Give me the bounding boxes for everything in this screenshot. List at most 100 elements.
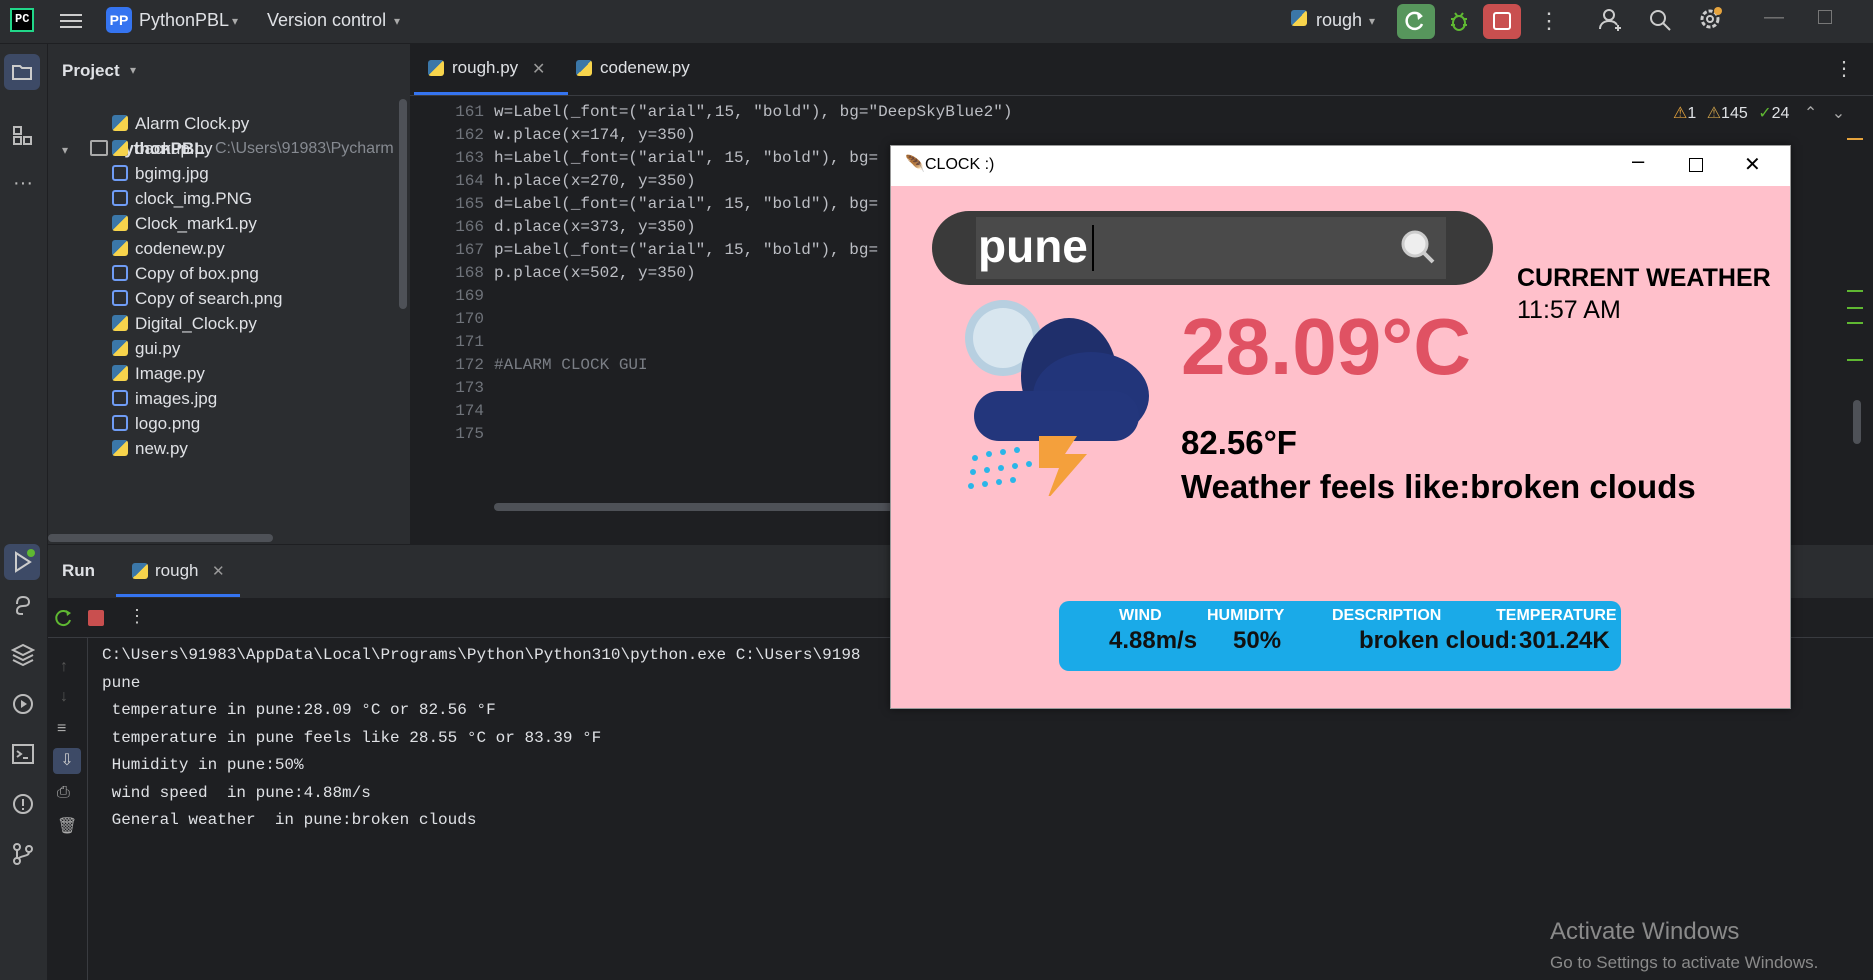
structure-icon[interactable]	[8, 124, 38, 154]
more-tools-icon[interactable]: ···	[8, 168, 38, 198]
search-icon[interactable]	[1648, 8, 1672, 37]
run-tool-icon[interactable]	[4, 544, 40, 580]
file-item[interactable]: Copy of search.png	[112, 289, 282, 309]
gutter-mark	[1847, 359, 1863, 361]
git-icon[interactable]	[8, 842, 38, 872]
up-arrow-icon[interactable]: ↑	[60, 658, 68, 676]
python-file-icon	[112, 215, 128, 231]
editor-scrollbar[interactable]	[1853, 400, 1861, 444]
prev-highlight-icon[interactable]: ⌃	[1804, 105, 1817, 122]
gutter-mark	[1847, 138, 1863, 140]
file-item[interactable]: backup.py	[112, 139, 213, 159]
humidity-value: 50%	[1233, 627, 1282, 654]
search-bar: pune	[932, 211, 1493, 285]
project-panel-title[interactable]: Project	[62, 61, 120, 81]
scroll-to-end-icon[interactable]: ⇩	[53, 748, 81, 774]
file-item[interactable]: logo.png	[112, 414, 200, 434]
code-line[interactable]: p.place(x=502, y=350)	[494, 264, 696, 282]
description-value: broken cloud:	[1359, 627, 1518, 654]
run-tab-rough[interactable]: rough	[155, 561, 198, 581]
file-item[interactable]: gui.py	[112, 339, 180, 359]
code-line[interactable]: #ALARM CLOCK GUI	[494, 356, 648, 374]
close-run-tab-icon[interactable]: ✕	[212, 562, 225, 580]
file-name: Alarm Clock.py	[135, 114, 250, 133]
python-console-icon[interactable]	[8, 592, 38, 622]
project-badge[interactable]: PP	[106, 7, 132, 33]
down-arrow-icon[interactable]: ↓	[60, 688, 68, 706]
file-item[interactable]: Copy of box.png	[112, 264, 259, 284]
check-icon: ✓	[1758, 105, 1772, 122]
rerun-button[interactable]	[1397, 4, 1435, 39]
restore-icon[interactable]	[1818, 10, 1832, 24]
window-close-icon[interactable]: ✕	[1744, 152, 1761, 177]
inspection-widget[interactable]: ⚠1 ⚠145 ✓24 ⌃ ⌄	[1673, 103, 1845, 123]
current-time: 11:57 AM	[1517, 296, 1621, 324]
debug-icon[interactable]	[1447, 9, 1471, 38]
project-panel: Project ▾ ▾ PythonPBL C:\Users\91983\Pyc…	[48, 44, 410, 544]
humidity-label: HUMIDITY	[1207, 607, 1285, 624]
code-line[interactable]: h=Label(_font=("arial", 15, "bold"), bg=	[494, 149, 878, 167]
project-hscrollbar[interactable]	[48, 534, 273, 542]
image-file-icon	[112, 390, 128, 406]
gutter-mark	[1847, 307, 1863, 309]
window-maximize-icon[interactable]	[1689, 158, 1703, 172]
file-item[interactable]: bgimg.jpg	[112, 164, 209, 184]
file-name: Image.py	[135, 364, 205, 383]
more-actions-icon[interactable]: ⋮	[128, 606, 146, 627]
close-tab-icon[interactable]: ✕	[532, 59, 545, 79]
version-control-menu[interactable]: Version control	[267, 10, 386, 31]
chevron-down-icon[interactable]: ▾	[130, 63, 136, 77]
stop-icon	[1493, 12, 1511, 30]
services-icon[interactable]	[8, 692, 38, 722]
file-item[interactable]: new.py	[112, 439, 188, 459]
editor-hscrollbar[interactable]	[494, 503, 894, 511]
tab-codenew-py[interactable]: codenew.py	[600, 58, 690, 78]
file-item[interactable]: Alarm Clock.py	[112, 114, 249, 134]
file-item[interactable]: Image.py	[112, 364, 205, 384]
code-line[interactable]: w.place(x=174, y=350)	[494, 126, 696, 144]
project-name[interactable]: PythonPBL	[139, 10, 229, 31]
layers-icon[interactable]	[8, 642, 38, 672]
problems-icon[interactable]	[8, 792, 38, 822]
file-item[interactable]: images.jpg	[112, 389, 217, 409]
tab-options-icon[interactable]: ⋮	[1834, 56, 1854, 81]
code-line[interactable]: p=Label(_font=("arial", 15, "bold"), bg=	[494, 241, 878, 259]
rerun-icon[interactable]	[54, 608, 74, 633]
soft-wrap-icon[interactable]: ≡	[57, 720, 66, 738]
window-minimize-icon[interactable]: –	[1632, 148, 1644, 174]
settings-gear-icon[interactable]	[1697, 6, 1723, 37]
search-input[interactable]: pune	[978, 219, 1088, 273]
tab-rough-py[interactable]: rough.py	[452, 58, 518, 78]
file-item[interactable]: codenew.py	[112, 239, 225, 259]
file-item[interactable]: clock_img.PNG	[112, 189, 252, 209]
stop-icon[interactable]	[88, 610, 104, 626]
print-icon[interactable]: ⎙	[57, 784, 70, 802]
wind-label: WIND	[1119, 607, 1162, 624]
project-tool-icon[interactable]	[4, 54, 40, 90]
file-item[interactable]: Digital_Clock.py	[112, 314, 257, 334]
terminal-icon[interactable]	[8, 742, 38, 772]
code-line[interactable]: h.place(x=270, y=350)	[494, 172, 696, 190]
code-line[interactable]: d=Label(_font=("arial", 15, "bold"), bg=	[494, 195, 878, 213]
file-item[interactable]: Clock_mark1.py	[112, 214, 257, 234]
image-file-icon	[112, 415, 128, 431]
gutter-mark	[1847, 290, 1863, 292]
expand-chevron-icon[interactable]: ▾	[62, 143, 68, 157]
code-line[interactable]: d.place(x=373, y=350)	[494, 218, 696, 236]
chevron-down-icon[interactable]: ▾	[1369, 14, 1375, 28]
add-user-icon[interactable]	[1598, 7, 1624, 38]
more-actions-icon[interactable]: ⋮	[1538, 8, 1560, 34]
chevron-down-icon[interactable]: ▾	[232, 14, 238, 28]
tool-window-bar: ···	[0, 44, 48, 980]
run-config-name[interactable]: rough	[1316, 10, 1362, 31]
line-number: 169	[455, 287, 484, 305]
next-highlight-icon[interactable]: ⌄	[1832, 105, 1845, 122]
trash-icon[interactable]: 🗑	[57, 816, 77, 836]
search-icon[interactable]	[1398, 227, 1438, 272]
project-scrollbar[interactable]	[399, 99, 407, 309]
code-line[interactable]: w=Label(_font=("arial",15, "bold"), bg="…	[494, 103, 1012, 121]
main-menu-icon[interactable]	[60, 10, 82, 32]
stop-button[interactable]	[1483, 4, 1521, 39]
minimize-icon[interactable]: —	[1764, 6, 1784, 29]
chevron-down-icon[interactable]: ▾	[394, 14, 400, 28]
